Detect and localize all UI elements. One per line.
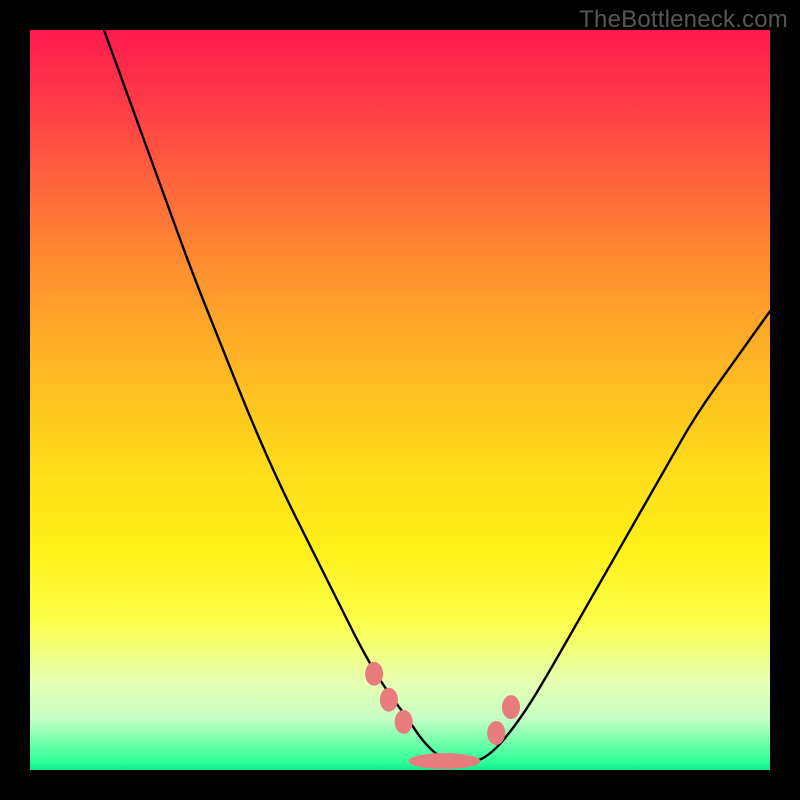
marker-dot (502, 695, 520, 719)
marker-dot (380, 688, 398, 712)
marker-dot (365, 662, 383, 686)
chart-frame: TheBottleneck.com (0, 0, 800, 800)
marker-dot (408, 753, 480, 769)
marker-dot (395, 710, 413, 734)
plot-area (30, 30, 770, 770)
marker-dot (487, 721, 505, 745)
curve-svg (30, 30, 770, 770)
curve-path (104, 30, 770, 763)
marker-group (365, 662, 520, 769)
